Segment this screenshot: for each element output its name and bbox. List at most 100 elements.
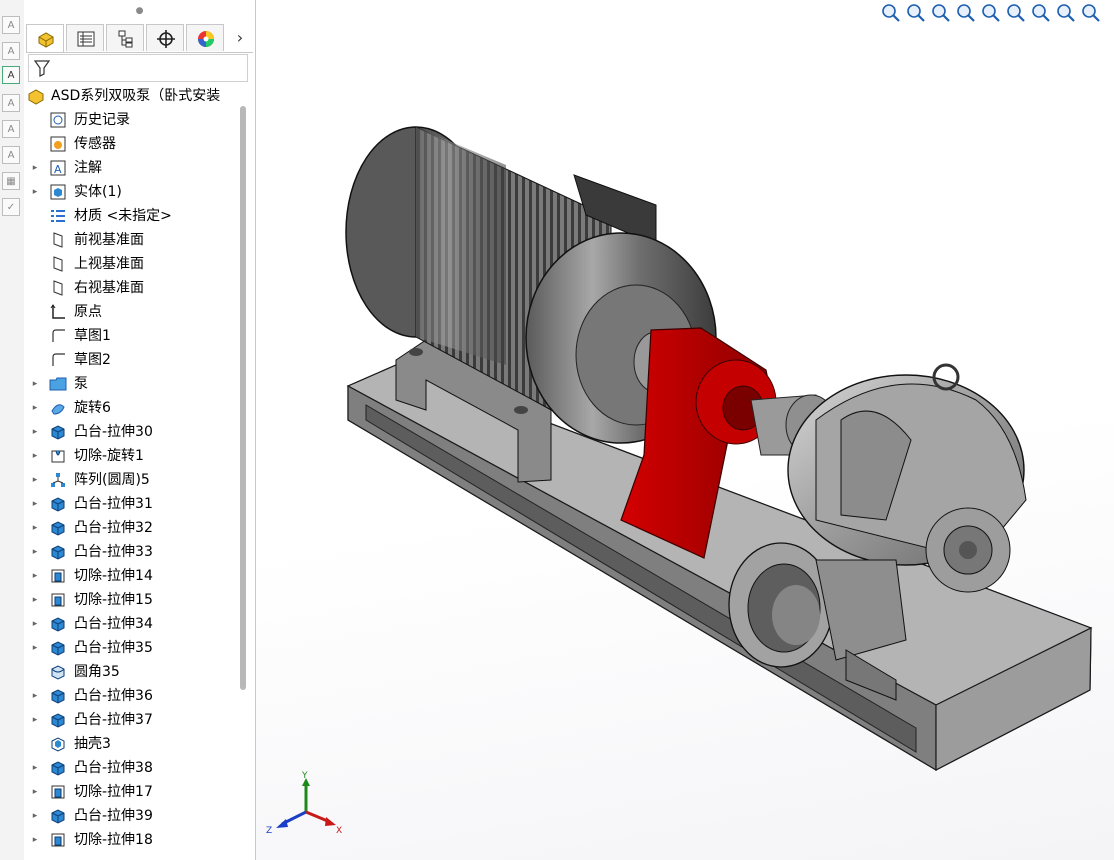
tree-item-label: 凸台-拉伸34	[74, 616, 153, 632]
format-painter-icon[interactable]: A	[2, 94, 20, 112]
tree-item-label: 旋转6	[74, 400, 111, 416]
cut-revolve-icon	[51, 450, 65, 463]
expand-arrow-icon[interactable]: ▸	[30, 756, 40, 780]
triad-x-label: X	[336, 826, 342, 836]
expand-arrow-icon[interactable]: ▸	[30, 444, 40, 468]
tree-scrollbar[interactable]	[240, 106, 246, 690]
boss-extrude-icon	[51, 545, 65, 560]
shell-icon	[51, 737, 65, 752]
tree-item[interactable]: ▸ 阵列(圆周)5	[24, 468, 240, 492]
expand-arrow-icon[interactable]: ▸	[30, 684, 40, 708]
expand-arrow-icon[interactable]: ▸	[30, 180, 40, 204]
tree-item[interactable]: 圆角35	[24, 660, 240, 684]
tree-item[interactable]: ▸ 切除-拉伸18	[24, 828, 240, 852]
expand-arrow-icon[interactable]: ▸	[30, 468, 40, 492]
expand-arrow-icon[interactable]: ▸	[30, 564, 40, 588]
tree-item-label: 注解	[74, 160, 102, 176]
expand-arrow-icon[interactable]: ▸	[30, 516, 40, 540]
pump-model-3d[interactable]	[256, 0, 1114, 860]
tree-item-label: 凸台-拉伸38	[74, 760, 153, 776]
tree-item[interactable]: ▸ 凸台-拉伸33	[24, 540, 240, 564]
cut-extrude-icon	[51, 593, 65, 607]
command-strip: A A A A A A ▦ ✓	[0, 0, 25, 860]
tree-item[interactable]: ▸ 凸台-拉伸31	[24, 492, 240, 516]
tree-item[interactable]: ▸ 凸台-拉伸30	[24, 420, 240, 444]
tree-item[interactable]: ▸ 凸台-拉伸36	[24, 684, 240, 708]
feature-filter-input[interactable]	[28, 54, 248, 82]
tree-item[interactable]: ▸ 凸台-拉伸38	[24, 756, 240, 780]
tree-item[interactable]: ▸ 切除-旋转1	[24, 444, 240, 468]
expand-arrow-icon[interactable]: ▸	[30, 828, 40, 852]
tree-item[interactable]: ▸ 凸台-拉伸32	[24, 516, 240, 540]
expand-arrow-icon[interactable]: ▸	[30, 612, 40, 636]
tab-dimxpert[interactable]	[146, 24, 184, 51]
feature-tree: ASD系列双吸泵（卧式安装 历史记录 传感器 ▸ A 注解 ▸ 实体(1) 材质 <未指定> 前视…	[24, 84, 240, 860]
cut-extrude-icon	[51, 569, 65, 583]
tree-item[interactable]: 前视基准面	[24, 228, 240, 252]
tree-item-label: 上视基准面	[74, 256, 144, 272]
expand-arrow-icon[interactable]: ▸	[30, 492, 40, 516]
tree-item-label: 抽壳3	[74, 736, 111, 752]
tabs-more-button[interactable]: ›	[230, 24, 250, 51]
note-icon[interactable]: A	[2, 66, 20, 84]
tree-item[interactable]: ▸ 凸台-拉伸34	[24, 612, 240, 636]
tree-root-part[interactable]: ASD系列双吸泵（卧式安装	[24, 84, 240, 108]
view-triad[interactable]: Y X Z	[266, 770, 346, 836]
expand-arrow-icon[interactable]: ▸	[30, 708, 40, 732]
tree-item[interactable]: 草图1	[24, 324, 240, 348]
annotation-icon: A	[50, 160, 66, 176]
tree-item[interactable]: 抽壳3	[24, 732, 240, 756]
tree-item[interactable]: 历史记录	[24, 108, 240, 132]
tree-item[interactable]: ▸ 泵	[24, 372, 240, 396]
tab-display-manager[interactable]	[186, 24, 224, 51]
tree-item[interactable]: ▸ 凸台-拉伸37	[24, 708, 240, 732]
tree-item[interactable]: 原点	[24, 300, 240, 324]
tab-property-manager[interactable]	[66, 24, 104, 51]
smart-dimension-icon[interactable]: A	[2, 16, 20, 34]
spell-check-icon[interactable]: A	[2, 42, 20, 60]
tab-configuration-manager[interactable]	[106, 24, 144, 51]
panel-grip[interactable]: ●	[24, 0, 255, 22]
balloon-icon[interactable]: A	[2, 120, 20, 138]
expand-arrow-icon[interactable]: ▸	[30, 420, 40, 444]
graphics-viewport[interactable]: Y X Z	[256, 0, 1114, 860]
tree-item[interactable]: ▸ 切除-拉伸15	[24, 588, 240, 612]
tree-item[interactable]: 右视基准面	[24, 276, 240, 300]
tab-feature-manager[interactable]	[26, 24, 64, 52]
manager-tabs: ›	[26, 24, 253, 53]
tree-item[interactable]: 上视基准面	[24, 252, 240, 276]
tree-item[interactable]: ▸ 凸台-拉伸39	[24, 804, 240, 828]
origin-icon	[50, 304, 65, 319]
surface-finish-icon[interactable]: ✓	[2, 198, 20, 216]
svg-text:A: A	[54, 163, 62, 176]
expand-arrow-icon[interactable]: ▸	[30, 540, 40, 564]
tree-item-label: 切除-拉伸14	[74, 568, 153, 584]
expand-arrow-icon[interactable]: ▸	[30, 804, 40, 828]
expand-arrow-icon[interactable]: ▸	[30, 372, 40, 396]
weld-symbol-icon[interactable]: ▦	[2, 172, 20, 190]
boss-extrude-icon	[51, 713, 65, 728]
triad-y-label: Y	[301, 771, 308, 781]
tree-item[interactable]: ▸ 凸台-拉伸35	[24, 636, 240, 660]
tree-item[interactable]: ▸ 实体(1)	[24, 180, 240, 204]
auto-balloon-icon[interactable]: A	[2, 146, 20, 164]
expand-arrow-icon[interactable]: ▸	[30, 156, 40, 180]
tree-item[interactable]: ▸ A 注解	[24, 156, 240, 180]
tree-item[interactable]: ▸ 切除-拉伸14	[24, 564, 240, 588]
tree-item-label: 泵	[74, 376, 88, 392]
tree-item-label: 切除-旋转1	[74, 448, 144, 464]
expand-arrow-icon[interactable]: ▸	[30, 588, 40, 612]
expand-arrow-icon[interactable]: ▸	[30, 396, 40, 420]
plane-icon	[53, 280, 63, 296]
boss-extrude-icon	[51, 497, 65, 512]
tree-root-label: ASD系列双吸泵（卧式安装	[51, 88, 221, 104]
tree-item[interactable]: 草图2	[24, 348, 240, 372]
expand-arrow-icon[interactable]: ▸	[30, 780, 40, 804]
tree-item-label: 实体(1)	[74, 184, 122, 200]
tree-item[interactable]: 传感器	[24, 132, 240, 156]
expand-arrow-icon[interactable]: ▸	[30, 636, 40, 660]
tree-item[interactable]: 材质 <未指定>	[24, 204, 240, 228]
tree-item[interactable]: ▸ 旋转6	[24, 396, 240, 420]
tree-item[interactable]: ▸ 切除-拉伸17	[24, 780, 240, 804]
display-manager-icon	[198, 31, 214, 47]
